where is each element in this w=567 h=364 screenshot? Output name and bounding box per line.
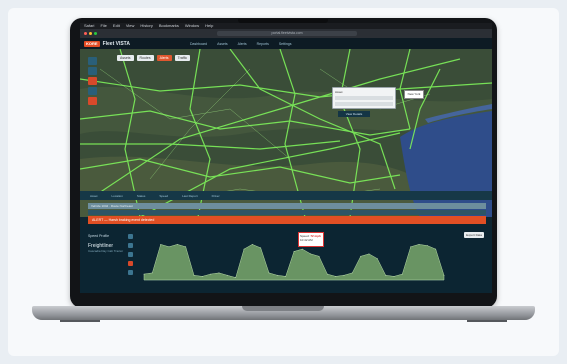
alert-banner[interactable]: ALERT — Harsh braking event detected	[88, 216, 486, 224]
laptop-opening-lip	[242, 306, 324, 311]
grid-row[interactable]	[88, 210, 486, 215]
speed-data-point	[293, 251, 295, 252]
speed-data-point	[426, 245, 428, 246]
speed-data-point	[376, 258, 378, 259]
popup-row	[335, 102, 393, 106]
layers-icon[interactable]	[88, 77, 97, 85]
nav-reports[interactable]: Reports	[257, 42, 269, 46]
speed-data-point	[268, 272, 270, 274]
chart-panel-title: Speed Profile	[88, 234, 110, 238]
maximize-icon[interactable]	[94, 32, 97, 35]
speed-data-point	[310, 253, 312, 255]
laptop-foot	[60, 320, 100, 322]
address-bar[interactable]: portal.fleetvista.com	[217, 31, 357, 36]
speed-data-point	[343, 274, 345, 276]
speed-data-point	[443, 274, 445, 276]
vehicle-subtitle: Cascadia Day Cab Tractor	[88, 249, 124, 253]
speed-data-point	[260, 247, 262, 249]
speed-data-point	[393, 276, 395, 277]
speed-data-point	[276, 274, 278, 276]
filter-routes[interactable]: Routes	[136, 55, 154, 61]
filter-assets[interactable]: Assets	[117, 55, 134, 61]
filter-alerts[interactable]: Alerts	[156, 55, 172, 61]
speed-data-point	[360, 255, 362, 257]
export-button[interactable]: Export Data	[464, 232, 484, 238]
speed-data-point	[326, 273, 328, 275]
speed-data-point	[251, 244, 253, 245]
app-logo: KORE	[84, 40, 100, 47]
vehicle-info: Speed Profile Freightliner Cascadia Day …	[88, 234, 124, 270]
speed-data-point	[201, 276, 203, 277]
popup-title: Asset	[335, 90, 343, 94]
col-status[interactable]: Status	[137, 194, 146, 198]
col-location[interactable]: Location	[112, 194, 123, 198]
alert-filter-icon[interactable]	[88, 97, 97, 105]
col-asset[interactable]: Asset	[90, 194, 98, 198]
minimize-icon[interactable]	[89, 32, 92, 35]
map-filter-bar: Assets Routes Alerts Traffic	[117, 55, 191, 61]
col-last-report[interactable]: Last Report	[182, 194, 198, 198]
speed-data-point	[151, 272, 153, 274]
speed-data-point	[176, 244, 178, 245]
window-controls	[84, 32, 97, 35]
speed-data-point	[368, 253, 370, 255]
chart-panel: Speed Profile Freightliner Cascadia Day …	[80, 226, 492, 293]
speed-data-point	[168, 246, 170, 248]
speed-data-point	[226, 274, 228, 276]
speed-data-point	[235, 277, 237, 278]
speed-data-point	[385, 274, 387, 276]
popup-row	[335, 96, 393, 100]
nav-dashboard[interactable]: Dashboard	[190, 42, 207, 46]
grid-toolbar: Asset Location Status Speed Last Report …	[80, 191, 492, 200]
speed-data-point	[335, 276, 337, 277]
zoom-in-icon[interactable]	[88, 57, 97, 65]
laptop-screen: Safari File Edit View History Bookmarks …	[80, 23, 492, 293]
map-marker-label[interactable]: New York	[404, 90, 424, 99]
speed-data-point	[351, 272, 353, 274]
browser-toolbar: portal.fleetvista.com	[80, 29, 492, 38]
speed-data-point	[285, 276, 287, 277]
speed-data-point	[218, 272, 220, 274]
chart-tooltip: Speed: 72 mph 10:42 AM	[298, 232, 324, 247]
speed-data-point	[193, 274, 195, 276]
nav-alerts[interactable]: Alerts	[238, 42, 247, 46]
speed-data-point	[435, 248, 437, 250]
filter-traffic[interactable]: Traffic	[174, 55, 191, 61]
speed-data-point	[301, 248, 303, 250]
app-name: Fleet VISTA	[102, 40, 130, 47]
close-icon[interactable]	[84, 32, 87, 35]
nav-assets[interactable]: Assets	[217, 42, 228, 46]
popup-details-button[interactable]: View Details	[338, 111, 370, 117]
measure-icon[interactable]	[88, 87, 97, 95]
speed-data-point	[185, 246, 187, 248]
speed-data-point	[210, 273, 212, 275]
camera-notch	[238, 19, 328, 23]
header-nav: Dashboard Assets Alerts Reports Settings	[190, 42, 292, 46]
speed-data-point	[243, 248, 245, 250]
speed-data-point	[410, 246, 412, 248]
col-speed[interactable]: Speed	[159, 194, 168, 198]
speed-data-point	[318, 255, 320, 257]
map-tools	[88, 57, 97, 105]
nav-settings[interactable]: Settings	[279, 42, 292, 46]
asset-popup[interactable]: Asset	[332, 87, 396, 109]
speed-data-point	[401, 273, 403, 275]
speed-data-point	[160, 244, 162, 245]
laptop-foot	[467, 320, 507, 322]
tooltip-time: 10:42 AM	[300, 238, 313, 242]
col-driver[interactable]: Driver	[212, 194, 220, 198]
grid-row-selected[interactable]: Vehicle 1042 · Route Northeast	[88, 203, 486, 209]
speed-area-series[interactable]	[143, 244, 445, 281]
zoom-out-icon[interactable]	[88, 67, 97, 75]
speed-data-point	[418, 244, 420, 245]
speed-data-point	[143, 273, 145, 275]
